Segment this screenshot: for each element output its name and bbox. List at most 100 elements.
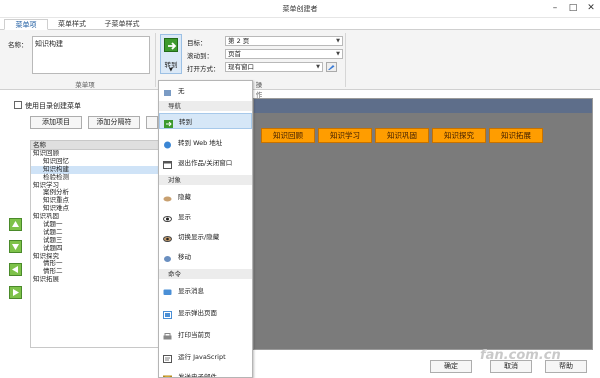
menu-tree: 名称 知识回顾 知识回忆 知识构建 检验检测 知识学习 案例分析 知识重点 知识难点 知识巩固试… [30, 140, 160, 348]
message-icon [163, 287, 172, 295]
web-icon [163, 139, 172, 149]
target-value: 第 2 页 [228, 37, 250, 45]
arrow-up-icon [12, 221, 19, 227]
action-dropdown-menu: 无 导航 转到 转到 Web 地址 退出作品/关闭窗口 对象 隐藏 显示 切换显… [158, 80, 253, 378]
goto-button[interactable]: 转到 ▼ [160, 34, 182, 74]
chevron-down-icon: ▼ [336, 51, 340, 57]
menu-header-object: 对象 [159, 175, 252, 185]
tab-menu-style[interactable]: 菜单样式 [50, 19, 94, 30]
menu-item-exit[interactable]: 退出作品/关闭窗口 [159, 155, 252, 171]
move-up-button[interactable] [9, 218, 22, 231]
menu-item-label: 转到 Web 地址 [178, 139, 223, 147]
preview-menu-button[interactable]: 知识巩固 [375, 128, 429, 143]
menu-preview: 知识回顾 知识学习 知识巩固 知识探究 知识拓展 [253, 98, 593, 350]
watermark: fan.com.cn [480, 348, 561, 363]
none-icon [163, 87, 172, 96]
tree-item[interactable]: 知识拓展 [31, 275, 159, 284]
menu-item-goto-web[interactable]: 转到 Web 地址 [159, 135, 252, 151]
maximize-icon[interactable]: □ [566, 2, 580, 14]
menu-item-move[interactable]: 移动 [159, 249, 252, 265]
preview-menu-button[interactable]: 知识探究 [432, 128, 486, 143]
target-label: 目标： [187, 39, 207, 47]
scroll-label: 滚动到： [187, 52, 213, 60]
menu-item-show-message[interactable]: 显示消息 [159, 283, 252, 299]
eye-icon [163, 213, 172, 222]
group-label-action: 操作 [255, 81, 263, 99]
arrow-left-icon [12, 266, 18, 273]
menu-item-hide[interactable]: 隐藏 [159, 189, 252, 205]
menu-item-label: 显示 [178, 213, 191, 221]
print-icon [163, 331, 172, 340]
ribbon: 名称： 知识构建 菜单项 转到 ▼ 目标： 第 2 页 ▼ 滚动到： 页首 ▼ … [0, 30, 600, 99]
menu-item-label: 移动 [178, 253, 191, 261]
edit-window-icon[interactable] [326, 62, 337, 72]
menu-item-label: 无 [178, 87, 185, 95]
arrow-down-icon [12, 244, 19, 250]
menu-item-toggle[interactable]: 切换显示/隐藏 [159, 229, 252, 245]
preview-header-strip [254, 99, 592, 113]
menu-item-run-js[interactable]: 运行 JavaScript [159, 349, 252, 365]
scroll-select[interactable]: 页首 ▼ [225, 49, 343, 59]
menu-item-show-popup[interactable]: 显示弹出页面 [159, 305, 252, 321]
ribbon-separator [155, 33, 156, 87]
use-directory-label: 使用目录创建菜单 [25, 102, 81, 110]
target-select[interactable]: 第 2 页 ▼ [225, 36, 343, 46]
hide-icon [163, 193, 172, 202]
menu-item-label: 打印当前页 [178, 331, 211, 339]
add-item-button[interactable]: 添加项目 [30, 116, 82, 129]
menu-item-send-email[interactable]: 发送电子邮件 [159, 369, 252, 378]
menu-item-show[interactable]: 显示 [159, 209, 252, 225]
open-mode-select[interactable]: 现有窗口 ▼ [225, 62, 323, 72]
window-title: 菜单创建者 [282, 5, 318, 13]
more-button[interactable] [146, 116, 158, 129]
tab-submenu-style[interactable]: 子菜单样式 [96, 19, 148, 30]
preview-menu-button[interactable]: 知识学习 [318, 128, 372, 143]
menu-item-label: 退出作品/关闭窗口 [178, 159, 233, 167]
chevron-down-icon: ▼ [316, 64, 320, 70]
open-mode-label: 打开方式： [187, 65, 220, 73]
chevron-down-icon: ▼ [169, 67, 173, 73]
arrow-right-icon [13, 289, 19, 296]
move-right-button[interactable] [9, 286, 22, 299]
use-directory-checkbox[interactable] [14, 101, 22, 109]
menu-item-goto[interactable]: 转到 [159, 113, 252, 129]
popup-icon [163, 309, 172, 319]
menu-item-label: 转到 [179, 118, 192, 126]
toggle-visibility-icon [163, 233, 172, 242]
ribbon-separator [345, 33, 346, 87]
tab-menu-item[interactable]: 菜单项 [4, 19, 48, 30]
move-icon [163, 253, 172, 262]
menu-header-command: 命令 [159, 269, 252, 279]
open-mode-value: 现有窗口 [228, 63, 254, 71]
ribbon-tabs: 菜单项 菜单样式 子菜单样式 [0, 18, 600, 30]
menu-item-label: 显示弹出页面 [178, 309, 217, 317]
move-down-button[interactable] [9, 240, 22, 253]
group-label-menu-item: 菜单项 [75, 81, 95, 89]
menu-item-label: 运行 JavaScript [178, 353, 226, 361]
title-bar: 菜单创建者 – □ ✕ [0, 0, 600, 18]
add-separator-button[interactable]: 添加分隔符 [88, 116, 140, 129]
name-label: 名称： [8, 41, 28, 49]
name-field[interactable]: 知识构建 [32, 36, 150, 74]
menu-header-navigation: 导航 [159, 101, 252, 111]
move-left-button[interactable] [9, 263, 22, 276]
scroll-value: 页首 [228, 50, 241, 58]
close-icon[interactable]: ✕ [584, 2, 598, 14]
menu-item-print[interactable]: 打印当前页 [159, 327, 252, 343]
tree-rows: 知识回顾 知识回忆 知识构建 检验检测 知识学习 案例分析 知识重点 知识难点 知识巩固 试题一试… [31, 149, 159, 284]
script-icon [163, 353, 172, 363]
goto-arrow-icon [164, 38, 178, 52]
goto-icon [164, 118, 173, 128]
menu-item-label: 发送电子邮件 [178, 373, 217, 378]
menu-item-label: 切换显示/隐藏 [178, 233, 220, 241]
menu-item-label: 隐藏 [178, 193, 191, 201]
ok-button[interactable]: 确定 [430, 360, 472, 373]
exit-icon [163, 159, 172, 169]
menu-item-none[interactable]: 无 [159, 83, 252, 99]
preview-menu-button[interactable]: 知识回顾 [261, 128, 315, 143]
preview-menu-button[interactable]: 知识拓展 [489, 128, 543, 143]
menu-item-label: 显示消息 [178, 287, 204, 295]
email-icon [163, 373, 172, 377]
minimize-icon[interactable]: – [548, 2, 562, 14]
chevron-down-icon: ▼ [336, 38, 340, 44]
